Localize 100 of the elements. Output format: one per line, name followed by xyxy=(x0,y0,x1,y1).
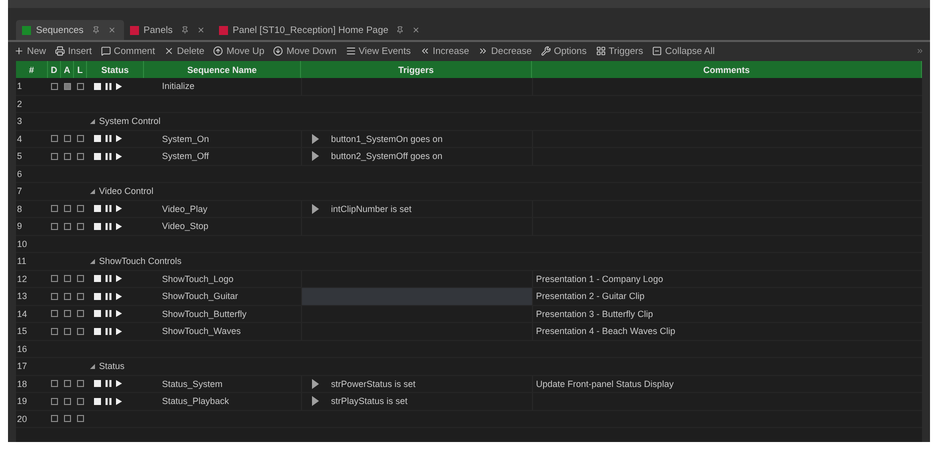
pause-icon[interactable] xyxy=(105,205,112,212)
expanded-icon[interactable] xyxy=(90,118,95,124)
checkbox[interactable] xyxy=(64,380,71,388)
checkbox[interactable] xyxy=(77,82,84,90)
expanded-icon[interactable] xyxy=(90,188,95,194)
play-icon[interactable] xyxy=(116,380,122,388)
toolbar-button[interactable]: Comment xyxy=(100,46,155,56)
sequence-name[interactable]: Status_Playback xyxy=(144,396,230,406)
checkbox[interactable] xyxy=(64,292,71,300)
checkbox[interactable] xyxy=(77,205,84,212)
checkbox[interactable] xyxy=(51,205,58,212)
stop-icon[interactable] xyxy=(94,328,101,335)
play-icon[interactable] xyxy=(116,328,122,335)
play-icon[interactable] xyxy=(116,310,122,318)
checkbox[interactable] xyxy=(64,275,71,282)
checkbox[interactable] xyxy=(51,222,58,230)
column-header[interactable]: L xyxy=(74,61,87,78)
close-icon[interactable] xyxy=(412,26,420,34)
close-icon[interactable] xyxy=(108,26,116,34)
checkbox[interactable] xyxy=(51,398,58,405)
sequence-name[interactable]: ShowTouch_Butterfly xyxy=(144,308,247,319)
checkbox[interactable] xyxy=(77,222,84,230)
pause-icon[interactable] xyxy=(105,380,112,388)
toolbar-button[interactable]: Increase xyxy=(420,46,470,56)
checkbox[interactable] xyxy=(51,415,58,422)
play-icon[interactable] xyxy=(116,398,122,405)
checkbox[interactable] xyxy=(77,275,84,282)
checkbox[interactable] xyxy=(64,82,71,90)
checkbox[interactable] xyxy=(77,398,84,405)
play-icon[interactable] xyxy=(116,135,122,142)
checkbox[interactable] xyxy=(51,292,58,300)
checkbox[interactable] xyxy=(64,222,71,230)
column-header[interactable]: Sequence Name xyxy=(144,61,301,78)
toolbar-button[interactable]: Options xyxy=(540,46,587,56)
stop-icon[interactable] xyxy=(94,152,101,160)
checkbox[interactable] xyxy=(51,135,58,142)
checkbox[interactable] xyxy=(51,152,58,160)
column-header[interactable]: # xyxy=(16,61,48,78)
checkbox[interactable] xyxy=(77,292,84,300)
pin-icon[interactable] xyxy=(396,26,404,34)
sequence-name[interactable]: ShowTouch_Logo xyxy=(144,274,234,284)
sequence-name[interactable]: Video_Play xyxy=(144,204,208,214)
close-icon[interactable] xyxy=(196,26,205,34)
toolbar-button[interactable]: Collapse All xyxy=(652,46,715,56)
sequence-name[interactable]: Initialize xyxy=(144,81,195,92)
stop-icon[interactable] xyxy=(94,135,101,142)
toolbar-button[interactable]: Triggers xyxy=(596,46,644,56)
column-header[interactable]: Status xyxy=(87,61,144,78)
toolbar-button[interactable]: Move Up xyxy=(213,46,264,56)
checkbox[interactable] xyxy=(64,135,71,142)
column-header[interactable]: D xyxy=(48,61,61,78)
expanded-icon[interactable] xyxy=(90,258,95,264)
checkbox[interactable] xyxy=(77,380,84,388)
toolbar-button[interactable]: New xyxy=(14,46,46,56)
pin-icon[interactable] xyxy=(180,26,189,34)
checkbox[interactable] xyxy=(64,152,71,160)
checkbox[interactable] xyxy=(51,310,58,318)
stop-icon[interactable] xyxy=(94,222,101,230)
checkbox[interactable] xyxy=(64,328,71,335)
checkbox[interactable] xyxy=(64,398,71,405)
pause-icon[interactable] xyxy=(105,222,112,230)
sequence-name[interactable]: ShowTouch_Waves xyxy=(144,326,241,336)
pause-icon[interactable] xyxy=(105,328,112,335)
pause-icon[interactable] xyxy=(105,398,112,405)
checkbox[interactable] xyxy=(51,380,58,388)
sequence-name[interactable]: System_On xyxy=(144,134,210,144)
tab[interactable]: Sequences xyxy=(16,20,124,40)
sequence-name[interactable]: Status_System xyxy=(144,378,223,389)
stop-icon[interactable] xyxy=(94,310,101,318)
sequence-name[interactable]: ShowTouch_Guitar xyxy=(144,291,238,302)
stop-icon[interactable] xyxy=(94,398,101,405)
pause-icon[interactable] xyxy=(105,275,112,282)
expanded-icon[interactable] xyxy=(90,364,95,369)
toolbar-button[interactable]: View Events xyxy=(346,46,411,56)
checkbox[interactable] xyxy=(64,205,71,212)
checkbox[interactable] xyxy=(51,328,58,335)
toolbar-button[interactable]: Decrease xyxy=(478,46,532,56)
stop-icon[interactable] xyxy=(94,275,101,282)
stop-icon[interactable] xyxy=(94,380,101,388)
toolbar-button[interactable]: Delete xyxy=(164,46,204,56)
checkbox[interactable] xyxy=(51,82,58,90)
pause-icon[interactable] xyxy=(105,310,112,318)
play-icon[interactable] xyxy=(116,82,122,90)
checkbox[interactable] xyxy=(77,328,84,335)
trigger-cell[interactable] xyxy=(301,288,532,304)
checkbox[interactable] xyxy=(77,310,84,318)
overflow-icon[interactable] xyxy=(916,47,924,55)
sequence-name[interactable]: System_Off xyxy=(144,151,209,162)
play-icon[interactable] xyxy=(116,152,122,160)
stop-icon[interactable] xyxy=(94,292,101,300)
pause-icon[interactable] xyxy=(105,292,112,300)
checkbox[interactable] xyxy=(77,135,84,142)
checkbox[interactable] xyxy=(64,310,71,318)
toolbar-button[interactable]: Insert xyxy=(55,46,92,56)
stop-icon[interactable] xyxy=(94,205,101,212)
play-icon[interactable] xyxy=(116,275,122,282)
checkbox[interactable] xyxy=(51,275,58,282)
play-icon[interactable] xyxy=(116,292,122,300)
checkbox[interactable] xyxy=(77,152,84,160)
checkbox[interactable] xyxy=(77,415,84,422)
